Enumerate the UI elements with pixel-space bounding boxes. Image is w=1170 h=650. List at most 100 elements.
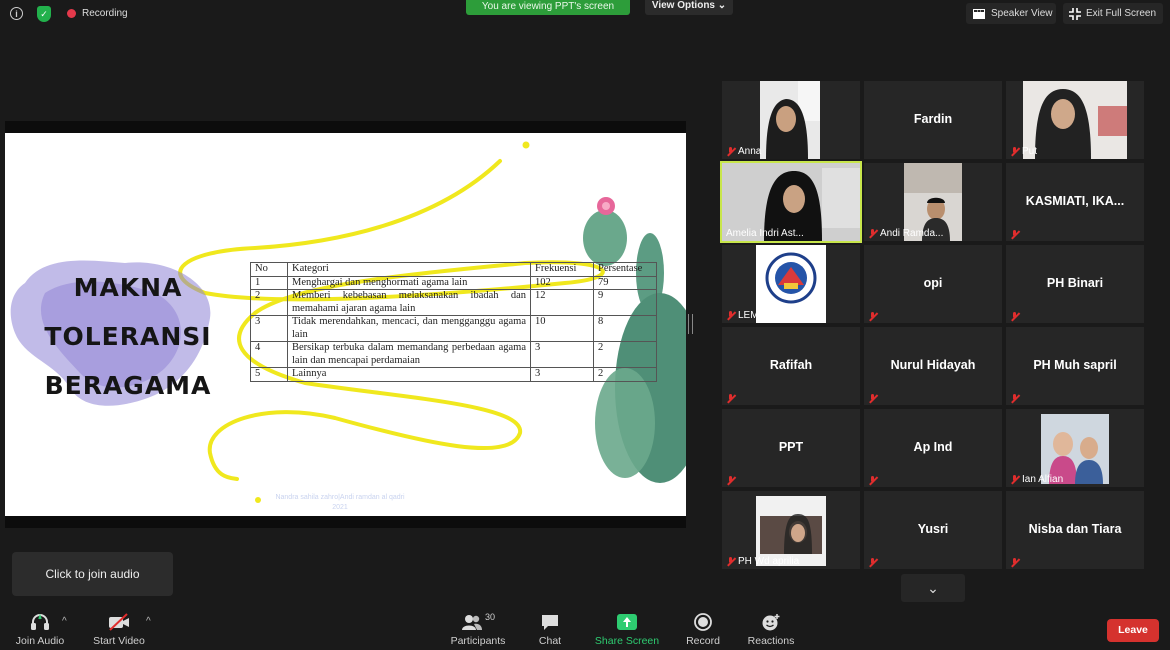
participants-count: 30 [484, 612, 495, 622]
start-video-label: Start Video [93, 635, 145, 647]
table-cell: 79 [593, 275, 657, 290]
slide-title-line-3: BERAGAMA [44, 371, 212, 400]
participant-label [868, 394, 877, 403]
slide-credit-authors: Nandra sahila zahro|Andi ramdan al qadri [275, 494, 405, 501]
participant-tile-lembaga[interactable]: LEMBAGA RE... [722, 245, 860, 323]
participant-label: Anna [726, 146, 761, 157]
participant-name: LEMBAGA RE... [738, 310, 811, 321]
participant-name: Ap Ind [913, 440, 953, 454]
table-row: 1 Menghargai dan menghormati agama lain 10… [250, 275, 657, 290]
audio-options-caret-icon[interactable]: ^ [62, 616, 67, 627]
encryption-shield-icon[interactable]: ✓ [37, 6, 51, 22]
slide-credit-year: 2021 [332, 504, 348, 511]
participant-tile-ph-binari[interactable]: PH Binari [1006, 245, 1144, 323]
start-video-button[interactable]: Start Video [90, 612, 148, 647]
participant-tile-nurul-hidayah[interactable]: Nurul Hidayah [864, 327, 1002, 405]
video-off-icon [90, 612, 148, 632]
table-cell: 8 [593, 315, 657, 342]
table-cell: Lainnya [287, 367, 531, 382]
leave-button[interactable]: Leave [1107, 619, 1159, 642]
share-screen-label: Share Screen [594, 635, 660, 647]
participant-tile-opi[interactable]: opi [864, 245, 1002, 323]
participant-tile-nisba-dan-tiara[interactable]: Nisba dan Tiara [1006, 491, 1144, 569]
slide-title: MAKNA TOLERANSI BERAGAMA [23, 263, 233, 410]
participant-label: PH Wd aprilia [726, 556, 799, 567]
participant-name: PH Wd aprilia [738, 556, 800, 567]
kategori-table: No Kategori Frekuensi Persentase 1 Mengha… [250, 262, 657, 382]
table-cell: Bersikap terbuka dalam memandang perbeda… [287, 341, 531, 368]
participant-name: PH Muh sapril [1033, 358, 1117, 372]
table-row: 5 Lainnya 3 2 [250, 367, 657, 382]
participant-tile-andi[interactable]: Andi Ramda... [864, 163, 1002, 241]
table-cell: 2 [250, 289, 288, 316]
table-cell: 1 [250, 275, 288, 290]
participant-tile-anna[interactable]: Anna [722, 81, 860, 159]
participant-tile-ap-ind[interactable]: Ap Ind [864, 409, 1002, 487]
table-cell: Memberi kebebasan melaksanakan ibadah da… [287, 289, 531, 316]
speaker-view-button[interactable]: Speaker View [966, 3, 1056, 24]
table-cell: 102 [530, 275, 594, 290]
participant-name: Anna [738, 146, 762, 157]
muted-mic-icon [726, 147, 735, 156]
participant-name: Nisba dan Tiara [1028, 522, 1122, 536]
chevron-down-icon: ⌄ [717, 0, 727, 11]
participant-label: Amelia Indri Ast... [726, 228, 804, 239]
video-options-caret-icon[interactable]: ^ [146, 616, 151, 627]
participant-name: Rafifah [769, 358, 813, 372]
table-header-row: No Kategori Frekuensi Persentase [250, 262, 657, 277]
table-cell: 4 [250, 341, 288, 368]
table-header-no: No [250, 262, 288, 277]
join-audio-tooltip[interactable]: Click to join audio [12, 552, 173, 596]
recording-icon [67, 9, 76, 18]
participant-tile-ian-alfian[interactable]: Ian Alfian [1006, 409, 1144, 487]
participant-name: Nurul Hidayah [890, 358, 976, 372]
participant-tile-kasmiati[interactable]: KASMIATI, IKA... [1006, 163, 1144, 241]
info-icon[interactable]: i [10, 7, 23, 20]
participant-tile-fardin[interactable]: Fardin [864, 81, 1002, 159]
participant-name: PPT [778, 440, 804, 454]
participant-tile-ph-muh-sapril[interactable]: PH Muh sapril [1006, 327, 1144, 405]
exit-full-screen-button[interactable]: Exit Full Screen [1063, 3, 1163, 24]
table-cell: Menghargai dan menghormati agama lain [287, 275, 531, 290]
participants-button[interactable]: 30 Participants [448, 612, 508, 647]
participants-icon: 30 [448, 612, 508, 632]
split-view-handle[interactable] [688, 314, 693, 334]
muted-mic-icon [1010, 558, 1019, 567]
muted-mic-icon [726, 476, 735, 485]
muted-mic-icon [868, 312, 877, 321]
table-header-frekuensi: Frekuensi [530, 262, 594, 277]
muted-mic-icon [726, 394, 735, 403]
view-options-button[interactable]: View Options ⌄ [645, 0, 733, 15]
table-cell: 5 [250, 367, 288, 382]
chat-button[interactable]: Chat [530, 612, 570, 647]
share-screen-button[interactable]: Share Screen [594, 612, 660, 647]
participant-name: Yusri [917, 522, 949, 536]
chevron-down-icon: ⌄ [927, 580, 939, 596]
table-cell: 3 [250, 315, 288, 342]
speaker-view-icon [973, 8, 985, 19]
muted-mic-icon [1010, 394, 1019, 403]
muted-mic-icon [1010, 312, 1019, 321]
muted-mic-icon [726, 311, 735, 320]
speaker-view-label: Speaker View [991, 8, 1053, 19]
participant-tile-ppt[interactable]: PPT [722, 409, 860, 487]
muted-mic-icon [868, 394, 877, 403]
exit-full-screen-label: Exit Full Screen [1086, 8, 1157, 19]
participant-label: Put [1010, 146, 1037, 157]
reactions-button[interactable]: Reactions [745, 612, 797, 647]
participant-tile-yusri[interactable]: Yusri [864, 491, 1002, 569]
participant-name: Andi Ramda... [880, 228, 944, 239]
participant-label [1010, 312, 1019, 321]
participant-label [1010, 230, 1019, 239]
reactions-label: Reactions [747, 635, 795, 647]
gallery-scroll-down-button[interactable]: ⌄ [901, 574, 965, 602]
participant-tile-rafifah[interactable]: Rafifah [722, 327, 860, 405]
view-options-label: View Options [651, 0, 715, 11]
record-button[interactable]: Record [682, 612, 724, 647]
participant-tile-put[interactable]: Put [1006, 81, 1144, 159]
participant-tile-ph-wd-aprilia[interactable]: PH Wd aprilia [722, 491, 860, 569]
participant-label [868, 558, 877, 567]
join-audio-button[interactable]: Join Audio [12, 612, 68, 647]
participant-tile-amelia-active-speaker[interactable]: Amelia Indri Ast... [720, 161, 862, 243]
table-cell: Tidak merendahkan, mencaci, dan menggang… [287, 315, 531, 342]
